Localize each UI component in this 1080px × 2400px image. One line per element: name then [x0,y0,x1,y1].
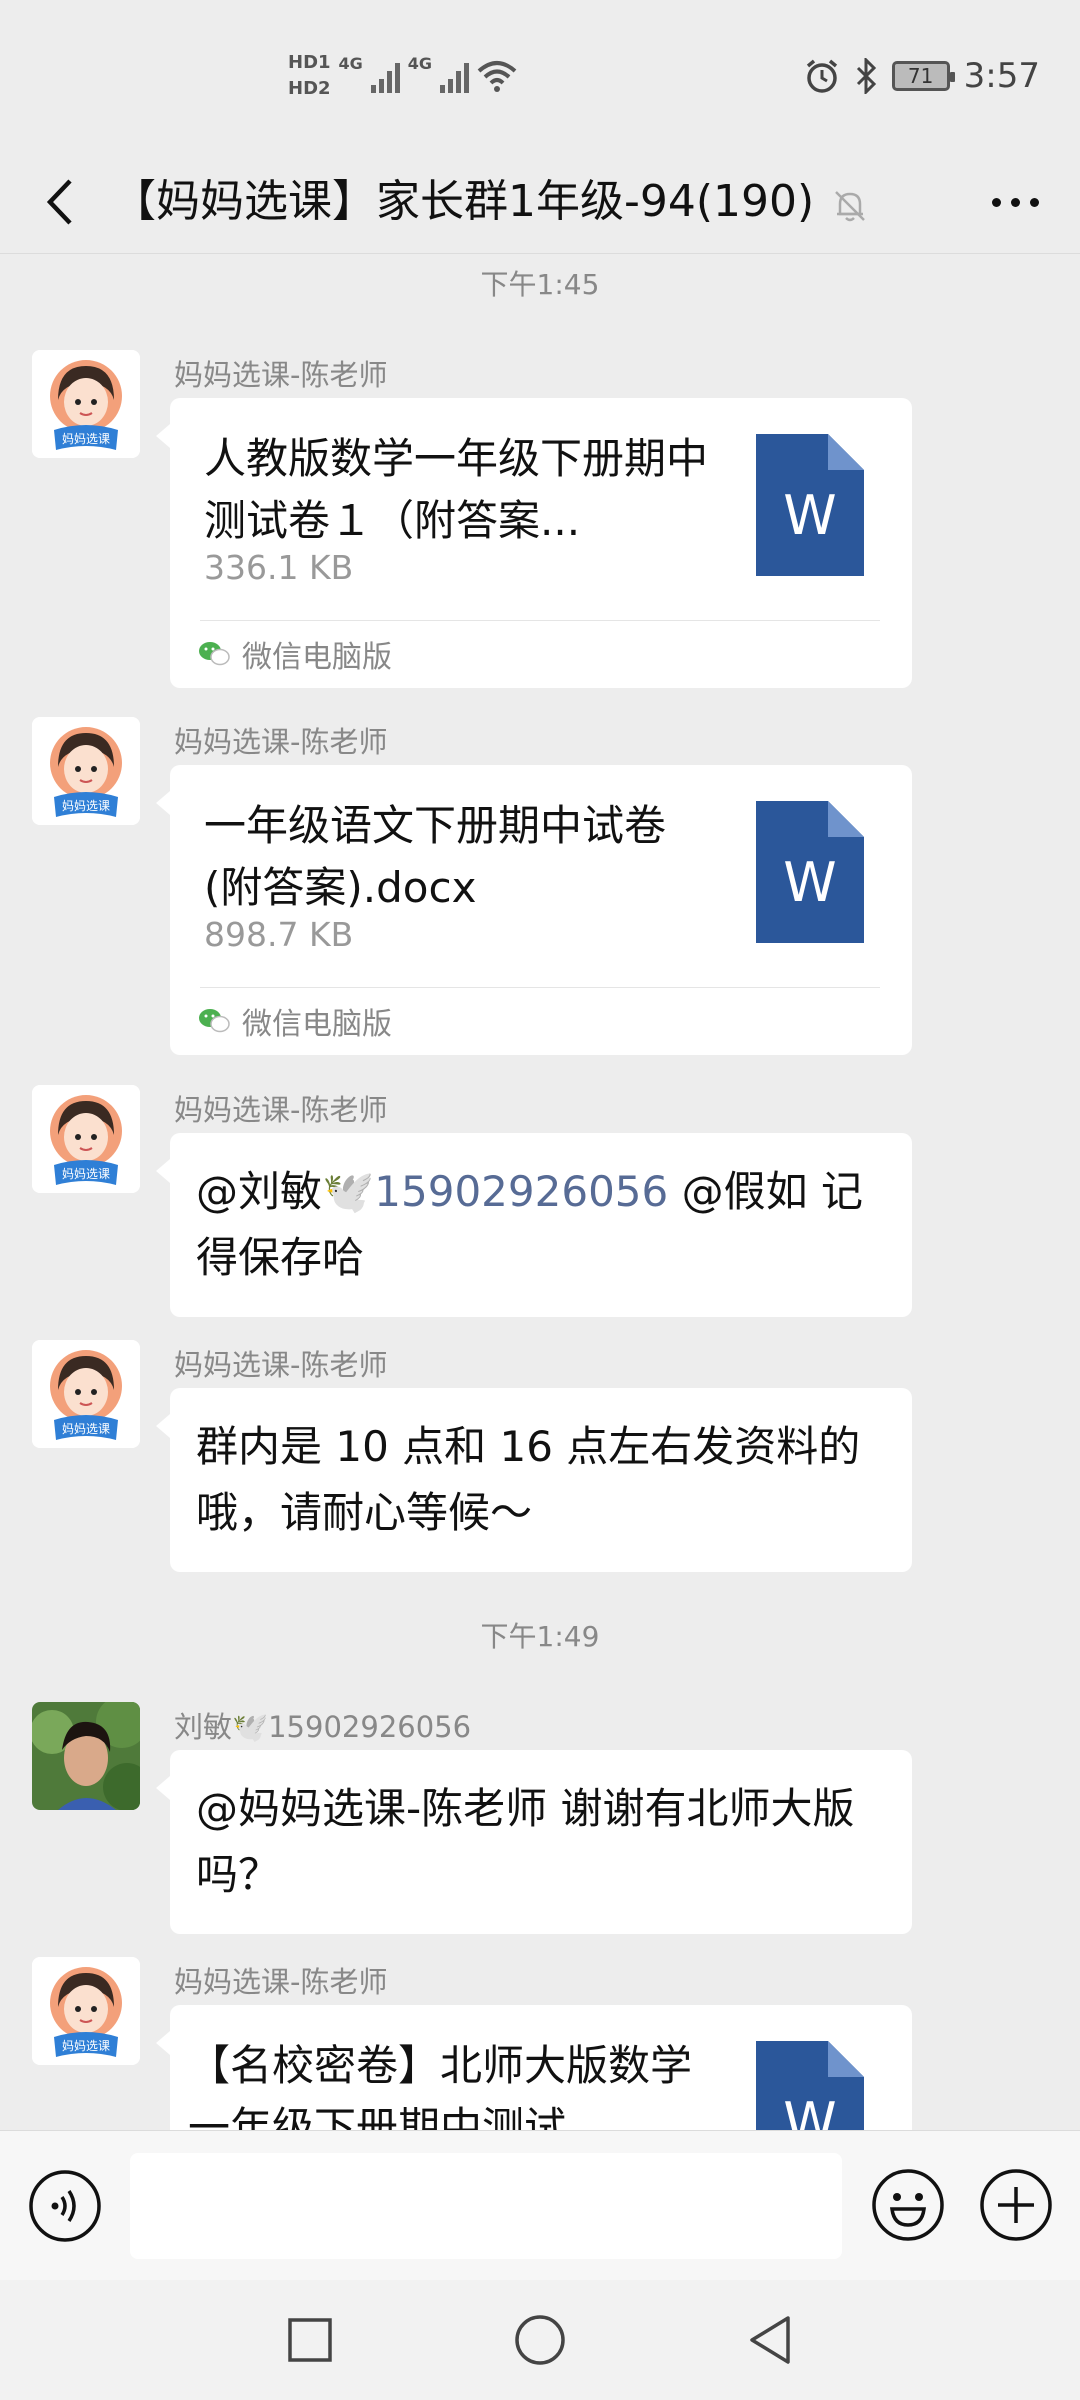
file-source: 微信电脑版 [198,632,392,676]
avatar[interactable]: 妈妈选课 [32,350,140,458]
timestamp: 下午1:45 [480,268,600,301]
sender-name: 妈妈选课-陈老师 [174,725,388,759]
chat-messages[interactable]: 下午1:45 妈妈选课 妈妈选课-陈老师 人教版数学一年级下册期中测试卷１（附答… [0,255,1080,2130]
avatar[interactable]: 妈妈选课 [32,717,140,825]
status-right: 71 3:57 [804,56,1040,96]
file-name: 一年级语文下册期中试卷(附答案).docx [204,801,667,912]
file-name: 【名校密卷】北师大版数学一年级下册期中测试 [188,2041,693,2130]
recent-apps-icon[interactable] [282,2312,338,2368]
word-document-icon: W [756,801,864,943]
mention[interactable]: @刘敏🕊️ [196,1167,374,1216]
dot-icon [1010,197,1020,207]
file-message-bubble[interactable]: 一年级语文下册期中试卷(附答案).docx 898.7 KB W 微信电脑版 [156,765,912,1055]
sender-name: 妈妈选课-陈老师 [174,358,388,392]
svg-text:妈妈选课: 妈妈选课 [62,2039,110,2053]
svg-text:W: W [783,2091,836,2130]
status-bar: HD1 HD2 4G 4G 71 3:57 [0,0,1080,150]
signal-group: HD1 HD2 4G 4G [288,50,517,102]
avatar[interactable]: 妈妈选课 [32,1085,140,1193]
hd1-indicator: HD1 [288,52,331,73]
signal-bars-2-icon [440,59,470,93]
file-message-bubble[interactable]: 人教版数学一年级下册期中测试卷１（附答案... 336.1 KB W 微信电脑版 [156,398,912,688]
sender-name: 妈妈选课-陈老师 [174,1965,388,1999]
wifi-icon [477,61,517,92]
source-label: 微信电脑版 [242,640,392,675]
file-size: 336.1 KB [204,548,354,587]
source-label: 微信电脑版 [242,1007,392,1042]
teacher-avatar-icon: 妈妈选课 [32,350,140,458]
mute-bell-icon [835,191,865,222]
dot-icon [991,197,1001,207]
file-message-bubble[interactable]: 【名校密卷】北师大版数学一年级下册期中测试 W [156,2005,912,2130]
emoji-icon[interactable] [870,2167,946,2243]
chevron-left-icon [46,179,72,225]
more-options-button[interactable] [980,176,1050,228]
timestamp: 下午1:49 [480,1620,600,1653]
home-icon[interactable] [512,2312,568,2368]
message-input[interactable] [130,2153,842,2259]
avatar[interactable]: 妈妈选课 [32,1340,140,1448]
file-source: 微信电脑版 [198,999,392,1043]
back-triangle-icon[interactable] [742,2312,798,2368]
divider [200,987,880,988]
clock: 3:57 [963,56,1040,96]
net2-label: 4G [407,54,433,73]
svg-text:妈妈选课: 妈妈选课 [62,1167,110,1181]
battery-indicator: 71 [891,61,955,91]
chat-title: 【妈妈选课】家长群1年级-94(190) [112,176,815,227]
teacher-avatar-icon: 妈妈选课 [32,1340,140,1448]
chat-header: 【妈妈选课】家长群1年级-94(190) [0,150,1080,254]
wechat-icon [199,1009,230,1033]
avatar[interactable]: 妈妈选课 [32,1957,140,2065]
net1-label: 4G [338,54,363,73]
alarm-icon [806,59,837,93]
hd2-indicator: HD2 [288,78,331,99]
word-document-icon: W [756,434,864,576]
back-button[interactable] [30,170,90,234]
sender-name: 妈妈选课-陈老师 [174,1348,388,1382]
bluetooth-icon [856,58,876,94]
teacher-avatar-icon: 妈妈选课 [32,1085,140,1193]
divider [200,620,880,621]
dot-icon [1029,197,1039,207]
svg-text:妈妈选课: 妈妈选课 [62,799,110,813]
file-name: 人教版数学一年级下册期中测试卷１（附答案... [204,434,709,545]
sender-name: 妈妈选课-陈老师 [174,1093,388,1127]
text-message-bubble[interactable]: @妈妈选课-陈老师 谢谢有北师大版吗？ [156,1750,912,1934]
wechat-icon [199,642,230,666]
user-photo-avatar-icon [32,1702,140,1810]
text-message-bubble[interactable]: @刘敏🕊️15902926056 @假如 记得保存哈 [156,1133,912,1317]
text-message-bubble[interactable]: 群内是 10 点和 16 点左右发资料的哦，请耐心等候～ [156,1388,912,1572]
voice-input-icon[interactable] [28,2169,102,2243]
file-size: 898.7 KB [204,915,354,954]
avatar[interactable] [32,1702,140,1810]
teacher-avatar-icon: 妈妈选课 [32,1957,140,2065]
svg-text:W: W [783,851,836,914]
phone-link[interactable]: 15902926056 [374,1167,668,1216]
sender-name: 刘敏🕊️15902926056 [174,1710,472,1744]
signal-bars-icon [370,59,400,93]
word-document-icon: W [756,2041,864,2130]
svg-text:妈妈选课: 妈妈选课 [62,1422,110,1436]
teacher-avatar-icon: 妈妈选课 [32,717,140,825]
plus-icon[interactable] [978,2167,1054,2243]
system-nav-bar [0,2280,1080,2400]
svg-text:妈妈选课: 妈妈选课 [62,432,110,446]
input-bar [0,2130,1080,2280]
svg-text:W: W [783,484,836,547]
